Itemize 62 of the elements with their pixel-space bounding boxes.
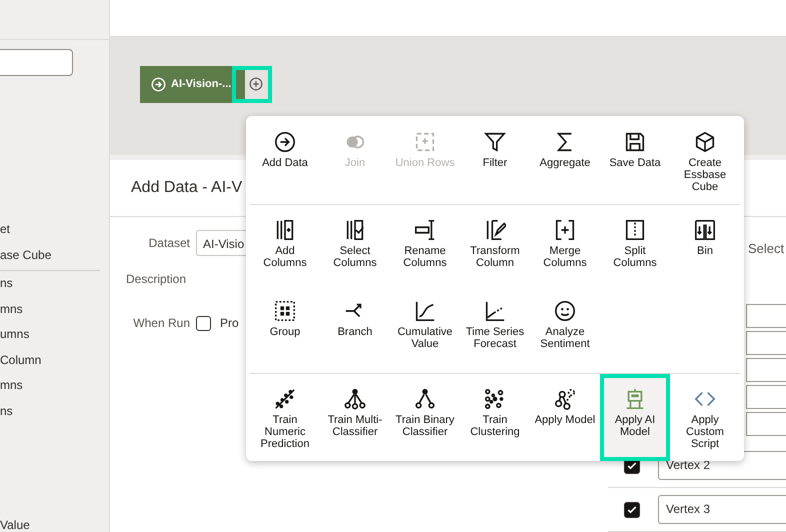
pencil-icon (484, 219, 506, 241)
menu-item[interactable]: Train Binary Classifier (390, 374, 460, 461)
sidebar-item[interactable]: et (0, 217, 100, 242)
input-field[interactable] (0, 49, 73, 76)
flow-node[interactable]: AI-Vision-... (140, 66, 232, 103)
menu-item[interactable]: Train Clustering (460, 374, 530, 461)
sidebar-item[interactable]: mns (0, 296, 109, 322)
text-field[interactable]: Vertex 3 (658, 495, 786, 524)
rename-icon (414, 219, 436, 241)
tree-icon (344, 388, 366, 410)
sidebar-item[interactable]: Column (0, 348, 109, 373)
sidebar-item[interactable]: umns (0, 322, 109, 348)
grid-icon (274, 300, 296, 322)
cumulative-icon (414, 300, 436, 322)
menu-item[interactable]: Branch (320, 288, 390, 358)
add-columns-icon (274, 219, 296, 241)
input-field[interactable] (746, 385, 786, 409)
field-label: When Run (132, 316, 190, 330)
cube-icon (694, 131, 716, 153)
node-link-icon (554, 388, 576, 410)
field-label: Description (125, 272, 188, 286)
column-heading: Select (748, 241, 786, 256)
split-icon (624, 219, 646, 241)
smiley-icon (554, 300, 576, 322)
check-icon (626, 460, 638, 472)
menu-item[interactable]: Train Multi-Classifier (320, 374, 390, 461)
sidebar-item[interactable]: ase Cube (0, 242, 100, 268)
add-step-button[interactable] (232, 66, 272, 103)
plus-circle-icon (249, 77, 263, 92)
arrow-circle-icon (151, 76, 166, 92)
menu-item[interactable]: Apply Model (530, 374, 600, 461)
sidebar-item[interactable]: Value (0, 513, 109, 532)
menu-item[interactable]: Analyze Sentiment (530, 288, 600, 358)
scatter-line-icon (274, 388, 296, 410)
menu-item[interactable]: Cumulative Value (390, 288, 460, 358)
select-columns-icon (344, 219, 366, 241)
cluster-icon (484, 388, 506, 410)
forecast-icon (484, 300, 506, 322)
filter-icon (484, 131, 506, 153)
checkbox-label: Pro (220, 316, 239, 330)
binary-tree-icon (414, 388, 436, 410)
menu-item[interactable]: Group (250, 288, 320, 358)
sidebar-item[interactable]: ns (0, 271, 109, 296)
menu-item[interactable]: Apply AI Model (600, 374, 670, 461)
robot-icon (624, 388, 646, 410)
arrow-circle-icon (274, 131, 296, 153)
save-icon (624, 131, 646, 153)
checkbox[interactable] (196, 316, 211, 330)
field-label: Dataset (148, 236, 190, 250)
sidebar-item[interactable]: ns (0, 398, 109, 424)
input-field[interactable] (746, 304, 786, 328)
sidebar-item[interactable]: mns (0, 373, 109, 398)
input-field[interactable] (746, 331, 786, 355)
input-field[interactable] (746, 358, 786, 382)
menu-item[interactable]: Train Numeric Prediction (250, 374, 320, 461)
bin-icon (694, 219, 716, 241)
node-label: AI-Vision-... (171, 78, 232, 90)
merge-icon (554, 219, 576, 241)
checkbox[interactable] (624, 502, 640, 518)
menu-item[interactable]: Time Series Forecast (460, 288, 530, 358)
check-icon (626, 504, 638, 516)
input-field[interactable] (746, 412, 786, 436)
